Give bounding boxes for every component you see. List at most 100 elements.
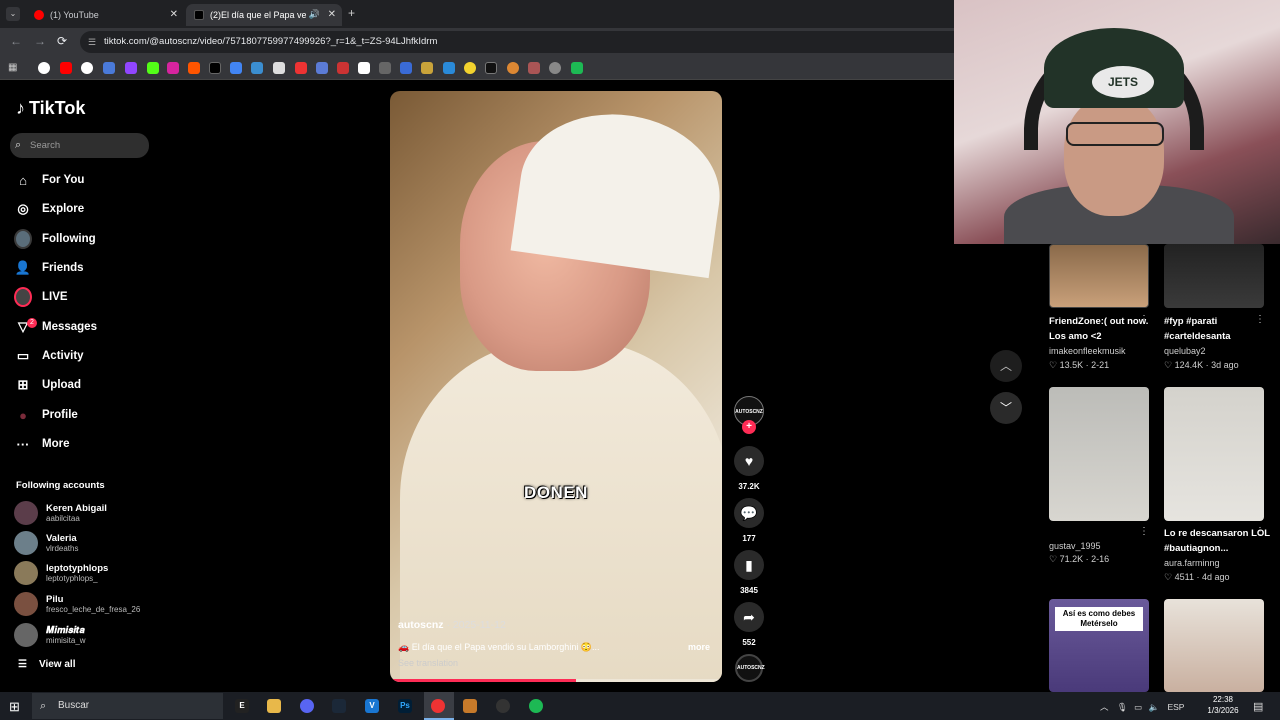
video-thumbnail[interactable] — [1164, 387, 1264, 521]
nav-more[interactable]: ··· More — [14, 432, 70, 456]
reload-icon[interactable]: ⟳ — [57, 34, 67, 48]
video-thumbnail[interactable] — [1049, 244, 1149, 308]
bookmark-icon[interactable] — [507, 62, 519, 74]
bookmark-icon[interactable] — [549, 62, 561, 74]
bookmark-icon[interactable] — [316, 62, 328, 74]
video-thumbnail[interactable] — [1049, 387, 1149, 521]
previous-video-button[interactable]: ︿ — [990, 350, 1022, 382]
video-user[interactable]: gustav_1995 — [1049, 541, 1101, 551]
share-button[interactable]: ➦ 552 — [733, 602, 765, 647]
app-icon[interactable] — [463, 699, 477, 713]
apps-icon[interactable]: ▦ — [8, 62, 20, 74]
account-item[interactable]: Keren Abigail aabilcitaa — [14, 500, 107, 526]
video-user[interactable]: imakeonfleekmusik — [1049, 346, 1126, 356]
bookmark-icon[interactable] — [81, 62, 93, 74]
nav-profile[interactable]: ● Profile — [14, 403, 78, 427]
tab-search-button[interactable]: ⌄ — [6, 7, 20, 21]
bookmark-icon[interactable] — [103, 62, 115, 74]
bookmark-icon[interactable] — [251, 62, 263, 74]
tiktok-logo[interactable]: ♪ TikTok — [16, 98, 85, 119]
comment-button[interactable]: 💬 177 — [733, 498, 765, 543]
nav-friends[interactable]: 👤 Friends — [14, 256, 84, 280]
account-item[interactable]: leptotyphlops leptotyphlops_ — [14, 560, 108, 586]
file-explorer-icon[interactable] — [267, 699, 281, 713]
language-indicator[interactable]: ESP — [1167, 702, 1184, 712]
view-all-button[interactable]: ☰ View all — [18, 659, 75, 670]
see-translation-button[interactable]: See translation — [398, 658, 458, 668]
video-user[interactable]: quelubay2 — [1164, 346, 1206, 356]
bookmark-icon[interactable] — [421, 62, 433, 74]
more-button[interactable]: more — [688, 642, 710, 652]
tab-youtube[interactable]: (1) YouTube ✕ — [26, 4, 184, 26]
save-button[interactable]: ▮ 3845 — [733, 550, 765, 595]
tab-tiktok[interactable]: (2)El día que el Papa vendió 🔊 ✕ — [186, 4, 342, 26]
nav-live[interactable]: LIVE — [14, 285, 68, 309]
nav-for-you[interactable]: ⌂ For You — [14, 168, 84, 192]
instagram-bookmark-icon[interactable] — [167, 62, 179, 74]
spotify-icon[interactable] — [529, 699, 543, 713]
bookmark-icon[interactable] — [295, 62, 307, 74]
forward-icon[interactable]: → — [34, 34, 46, 48]
close-icon[interactable]: ✕ — [170, 9, 178, 20]
kick-bookmark-icon[interactable] — [147, 62, 159, 74]
notion-bookmark-icon[interactable] — [358, 62, 370, 74]
discord-icon[interactable] — [300, 699, 314, 713]
music-disc-avatar[interactable]: AUTOSCNZ — [735, 654, 765, 682]
site-info-icon[interactable]: ☰ — [88, 31, 96, 53]
google-bookmark-icon[interactable] — [38, 62, 50, 74]
bookmark-icon[interactable] — [443, 62, 455, 74]
vpn-icon[interactable]: V — [365, 699, 379, 713]
video-author[interactable]: autoscnz · 2025-11-12 — [398, 619, 506, 631]
new-tab-button[interactable]: + — [348, 6, 355, 20]
bookmark-icon[interactable] — [379, 62, 391, 74]
bookmark-icon[interactable] — [337, 62, 349, 74]
audio-icon[interactable]: 🔊 — [309, 9, 320, 20]
video-title[interactable]: FriendZone:( out now. Los amo <2 — [1049, 314, 1149, 344]
next-video-button[interactable]: ﹀ — [990, 392, 1022, 424]
bookmark-icon[interactable] — [528, 62, 540, 74]
windows-start-icon[interactable]: ⊞ — [9, 699, 20, 715]
bookmark-icon[interactable] — [400, 62, 412, 74]
more-options-icon[interactable]: ⋮ — [1139, 526, 1149, 537]
address-bar[interactable]: ☰ tiktok.com/@autoscnz/video/75718077599… — [80, 31, 954, 53]
account-item[interactable]: Valeria vlrdeaths — [14, 530, 78, 556]
x-bookmark-icon[interactable] — [209, 62, 221, 74]
video-player[interactable]: DONEN autoscnz · 2025-11-12 🚗 El día que… — [390, 91, 722, 682]
soundcloud-bookmark-icon[interactable] — [188, 62, 200, 74]
more-options-icon[interactable]: ⋮ — [1255, 526, 1265, 537]
photoshop-icon[interactable]: Ps — [398, 699, 412, 713]
video-title[interactable]: #fyp #parati #carteldesanta — [1164, 314, 1264, 344]
nav-following[interactable]: Following — [14, 227, 96, 251]
youtube-bookmark-icon[interactable] — [60, 62, 72, 74]
back-icon[interactable]: ← — [10, 34, 22, 48]
nav-upload[interactable]: ⊞ Upload — [14, 373, 81, 397]
video-thumbnail[interactable] — [1164, 244, 1264, 308]
taskbar-search[interactable]: ⌕ Buscar — [32, 693, 223, 719]
account-item[interactable]: 𝑴𝒊𝒎𝒊𝒔𝒊𝒕𝒂 mimisita_w — [14, 622, 86, 648]
video-progress-bar[interactable] — [390, 679, 722, 682]
video-thumbnail[interactable]: Así es como debes Metérselo — [1049, 599, 1149, 692]
search-input[interactable]: ⌕ Search — [10, 133, 149, 158]
bookmark-icon[interactable] — [273, 62, 285, 74]
more-options-icon[interactable]: ⋮ — [1255, 314, 1265, 325]
steam-icon[interactable] — [332, 699, 346, 713]
video-thumbnail[interactable] — [1164, 599, 1264, 692]
bookmark-icon[interactable] — [464, 62, 476, 74]
account-item[interactable]: Pilu fresco_leche_de_fresa_26 — [14, 591, 140, 617]
twitch-bookmark-icon[interactable] — [125, 62, 137, 74]
chrome-icon[interactable] — [431, 699, 445, 713]
translate-bookmark-icon[interactable] — [230, 62, 242, 74]
notifications-icon[interactable]: ▤ — [1253, 700, 1263, 713]
close-icon[interactable]: ✕ — [328, 9, 336, 20]
bookmark-icon[interactable] — [485, 62, 497, 74]
more-options-icon[interactable]: ⋮ — [1139, 314, 1149, 325]
nav-messages[interactable]: ▽ Messages — [14, 315, 97, 339]
like-button[interactable]: ♥ 37.2K — [733, 446, 765, 491]
bookmark-icon[interactable] — [571, 62, 583, 74]
video-user[interactable]: aura.farminng — [1164, 558, 1220, 568]
nav-activity[interactable]: ▭ Activity — [14, 344, 84, 368]
epic-games-icon[interactable]: E — [235, 699, 249, 713]
clock[interactable]: 22:38 1/3/2026 — [1198, 694, 1248, 716]
follow-plus-button[interactable]: + — [742, 420, 756, 434]
obs-icon[interactable] — [496, 699, 510, 713]
